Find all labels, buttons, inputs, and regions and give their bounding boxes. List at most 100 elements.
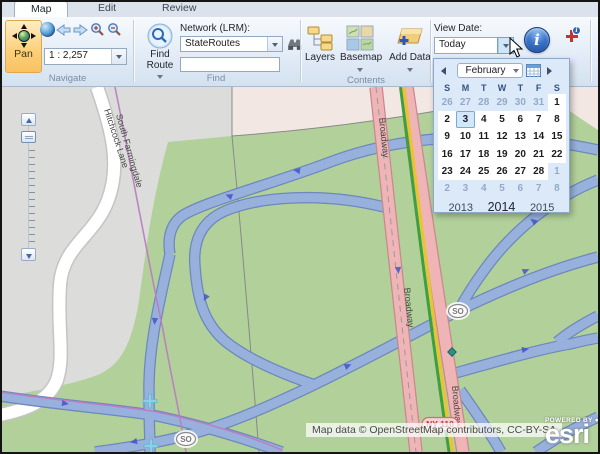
- network-dropdown-button[interactable]: [267, 37, 282, 51]
- zoom-slider-handle[interactable]: [21, 131, 36, 143]
- map-scale-value: 1 : 2,257: [45, 49, 111, 64]
- network-lrm-label: Network (LRM):: [180, 23, 250, 34]
- calendar-year-current[interactable]: 2014: [488, 200, 516, 214]
- calendar-day[interactable]: 6: [511, 111, 529, 128]
- calendar-day[interactable]: 5: [493, 111, 511, 128]
- calendar-day[interactable]: 20: [511, 146, 529, 163]
- pan-icon: [14, 26, 34, 46]
- calendar-day[interactable]: 26: [493, 163, 511, 180]
- zoom-slider-up-button[interactable]: [21, 113, 36, 126]
- calendar-prev-month-icon[interactable]: [441, 67, 446, 75]
- svg-text:SO: SO: [180, 435, 192, 444]
- calendar-day[interactable]: 23: [438, 163, 456, 180]
- calendar-day-header: W: [493, 82, 511, 94]
- full-extent-icon[interactable]: [40, 22, 55, 37]
- layers-label: Layers: [303, 53, 337, 64]
- calendar-day[interactable]: 27: [511, 163, 529, 180]
- calendar-day[interactable]: 4: [475, 111, 493, 128]
- previous-extent-icon[interactable]: [56, 24, 71, 39]
- map-scale-dropdown-button[interactable]: [111, 49, 126, 64]
- calendar-day-header: S: [438, 82, 456, 94]
- calendar-day[interactable]: 27: [456, 94, 474, 111]
- calendar-day-header: T: [511, 82, 529, 94]
- pan-button[interactable]: Pan: [5, 20, 42, 73]
- route-input[interactable]: [180, 57, 280, 72]
- calendar-day[interactable]: 14: [529, 128, 547, 145]
- calendar-grid: SMTWTFS262728293031123456789101112131415…: [434, 82, 569, 197]
- calendar-day[interactable]: 17: [456, 146, 474, 163]
- calendar-day[interactable]: 12: [493, 128, 511, 145]
- basemap-label: Basemap: [340, 53, 380, 64]
- calendar-day[interactable]: 15: [548, 128, 566, 145]
- calendar-day[interactable]: 28: [475, 94, 493, 111]
- calendar-day[interactable]: 11: [475, 128, 493, 145]
- calendar-year[interactable]: 2015: [530, 202, 554, 214]
- find-route-label: Find Route: [141, 50, 179, 71]
- zoom-slider-down-button[interactable]: [21, 248, 36, 261]
- calendar-day[interactable]: 10: [456, 128, 474, 145]
- calendar-day[interactable]: 13: [511, 128, 529, 145]
- calendar-day[interactable]: 2: [438, 180, 456, 197]
- calendar-day[interactable]: 8: [548, 111, 566, 128]
- calendar-year[interactable]: 2013: [449, 202, 473, 214]
- view-date-combobox[interactable]: Today: [434, 37, 514, 54]
- calendar-day[interactable]: 9: [438, 128, 456, 145]
- tab-edit[interactable]: Edit: [82, 1, 132, 17]
- group-separator: [590, 20, 591, 82]
- find-group-label: Find: [141, 73, 291, 84]
- calendar-day[interactable]: 22: [548, 146, 566, 163]
- basemap-button[interactable]: Basemap: [340, 25, 380, 75]
- calendar-day[interactable]: 8: [548, 180, 566, 197]
- calendar-day[interactable]: 2: [438, 111, 456, 128]
- calendar-day[interactable]: 31: [529, 94, 547, 111]
- basemap-dropdown-caret[interactable]: [357, 68, 363, 72]
- calendar-day[interactable]: 7: [529, 180, 547, 197]
- calendar-day[interactable]: 16: [438, 146, 456, 163]
- calendar-day[interactable]: 7: [529, 111, 547, 128]
- identify-route-tool-icon[interactable]: i: [563, 27, 581, 44]
- calendar-day-selected[interactable]: 3: [456, 111, 474, 128]
- tab-map[interactable]: Map: [14, 1, 68, 17]
- calendar-day[interactable]: 6: [511, 180, 529, 197]
- map-scale-combobox[interactable]: 1 : 2,257: [44, 48, 127, 65]
- next-extent-icon[interactable]: [73, 24, 88, 39]
- calendar-day[interactable]: 4: [475, 180, 493, 197]
- map-zoom-slider[interactable]: [21, 113, 37, 263]
- add-data-dropdown-caret[interactable]: [407, 68, 413, 72]
- zoom-out-icon[interactable]: [107, 22, 122, 37]
- group-separator: [300, 20, 301, 82]
- calendar-day[interactable]: 29: [493, 94, 511, 111]
- network-value: StateRoutes: [181, 37, 267, 51]
- calendar-day[interactable]: 1: [548, 94, 566, 111]
- app-window: Hitchcock Lane South Farmingdale Broadwa…: [0, 0, 600, 454]
- calendar-day[interactable]: 26: [438, 94, 456, 111]
- basemap-icon: [346, 25, 374, 51]
- tab-review[interactable]: Review: [146, 1, 212, 17]
- calendar-day[interactable]: 28: [529, 163, 547, 180]
- add-data-button[interactable]: Add Data: [388, 25, 432, 75]
- calendar-day[interactable]: 24: [456, 163, 474, 180]
- mouse-cursor: [509, 37, 524, 58]
- calendar-day[interactable]: 25: [475, 163, 493, 180]
- calendar-month-dropdown[interactable]: February: [457, 63, 523, 78]
- calendar-day[interactable]: 3: [456, 180, 474, 197]
- calendar-day[interactable]: 30: [511, 94, 529, 111]
- network-combobox[interactable]: StateRoutes: [180, 36, 283, 52]
- calendar-picker-icon[interactable]: [526, 64, 541, 77]
- info-button[interactable]: i: [524, 27, 550, 53]
- group-separator: [133, 20, 134, 82]
- calendar-next-month-icon[interactable]: [547, 67, 552, 75]
- calendar-day[interactable]: 1: [548, 163, 566, 180]
- calendar-day[interactable]: 18: [475, 146, 493, 163]
- add-data-icon: [394, 25, 426, 51]
- group-separator: [430, 20, 431, 82]
- view-date-value: Today: [435, 38, 498, 53]
- up-arrow-icon: [26, 118, 32, 123]
- calendar-day-header: M: [456, 82, 474, 94]
- zoom-in-icon[interactable]: [90, 22, 105, 37]
- esri-logo: POWERED BY ● esri: [545, 417, 599, 445]
- calendar-day[interactable]: 21: [529, 146, 547, 163]
- layers-button[interactable]: Layers: [303, 25, 337, 64]
- calendar-day[interactable]: 19: [493, 146, 511, 163]
- calendar-day[interactable]: 5: [493, 180, 511, 197]
